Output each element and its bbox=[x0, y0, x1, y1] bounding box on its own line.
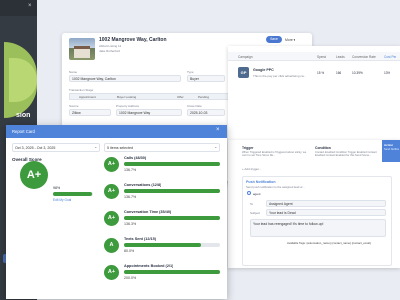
property-subtitle: Abbott Listing 12 bbox=[99, 44, 122, 48]
metric-grade-badge: A+ bbox=[104, 157, 119, 172]
name-label: Name bbox=[69, 70, 78, 74]
metric-name: Appointments Booked (2/1) bbox=[124, 264, 174, 268]
items-select[interactable]: 5 items selected bbox=[104, 143, 220, 152]
metric-name: Conversations (12/8) bbox=[124, 183, 162, 187]
available-tags: Available Tags: {automation_name} {conta… bbox=[287, 241, 371, 245]
report-card-title: Report Card bbox=[12, 128, 35, 134]
metric-value: 200.0% bbox=[124, 276, 137, 280]
agent-radio[interactable] bbox=[247, 191, 251, 195]
overall-track bbox=[53, 192, 93, 196]
trigger-text: When Triggered Enabled is Triggered abou… bbox=[242, 151, 307, 158]
metric-track bbox=[124, 189, 220, 193]
stage-pending[interactable]: Pending bbox=[198, 95, 209, 99]
close-icon[interactable]: × bbox=[28, 3, 32, 9]
source-field[interactable]: Zillow bbox=[69, 109, 111, 116]
metric-value: 80.0% bbox=[124, 249, 135, 253]
to-label: To bbox=[250, 202, 254, 206]
left-panel-heading: sion bbox=[16, 112, 31, 119]
metric-track bbox=[124, 270, 220, 274]
date-range-select[interactable]: Oct 3, 2025 - Oct 3, 2025 bbox=[12, 143, 100, 152]
address-label: Property Address bbox=[116, 104, 140, 108]
chevron-down-icon: ⌄ bbox=[214, 144, 218, 149]
push-subtitle: Send push notification to the assigned l… bbox=[246, 185, 305, 189]
metric-track bbox=[124, 216, 220, 220]
report-card-header bbox=[6, 125, 227, 138]
add-trigger-link[interactable]: + Add trigger... bbox=[242, 167, 261, 171]
metric-fill bbox=[124, 162, 220, 166]
metric-fill bbox=[124, 189, 220, 193]
campaign-rate: 10.39% bbox=[352, 71, 363, 75]
col-leads: Leads bbox=[336, 55, 345, 59]
metric-value: 136.7% bbox=[124, 168, 137, 172]
stage-offer[interactable]: Offer bbox=[177, 95, 184, 99]
campaign-spend: 15 % bbox=[317, 71, 325, 75]
col-cost-per: Cost Per bbox=[384, 55, 397, 59]
name-field[interactable]: 1002 Mangrove Way, Carlton bbox=[69, 75, 181, 82]
stage-appointment[interactable]: Appointment bbox=[79, 95, 96, 99]
action-badge: Action bbox=[384, 143, 394, 147]
subject-field[interactable]: Your lead is Dead bbox=[266, 209, 386, 216]
close-date-label: Close Date bbox=[187, 104, 202, 108]
google-ppc-badge: GP bbox=[238, 67, 249, 78]
metric-name: Calls (48/30) bbox=[124, 156, 147, 160]
condition-text: Contact Enabled Condition Trigger Enable… bbox=[315, 151, 377, 158]
metric-track bbox=[124, 243, 220, 247]
metric-grade-badge: A+ bbox=[104, 184, 119, 199]
subject-label: Subject bbox=[250, 211, 261, 215]
trigger-heading: Trigger bbox=[242, 146, 254, 150]
source-label: Source bbox=[69, 104, 79, 108]
property-photo bbox=[69, 38, 95, 60]
campaign-leads: 166 bbox=[336, 71, 342, 75]
overall-grade-badge: A+ bbox=[20, 161, 48, 189]
agent-radio-label: agent bbox=[253, 191, 261, 196]
type-field[interactable]: Buyer bbox=[187, 75, 225, 82]
campaign-name[interactable]: Google PPC bbox=[253, 68, 274, 72]
metric-name: Texts Sent (12/15) bbox=[124, 237, 157, 241]
condition-heading: Condition bbox=[315, 146, 331, 150]
campaign-desc: This is the pay per click advertising ca… bbox=[253, 74, 307, 78]
metric-value: 136.3% bbox=[124, 222, 137, 226]
more-menu[interactable]: More ▾ bbox=[285, 38, 295, 42]
col-campaign: Campaign bbox=[238, 55, 253, 59]
campaign-cost: 13% bbox=[384, 71, 391, 75]
col-spend: Spend bbox=[317, 55, 327, 59]
action-text: Send Notification bbox=[384, 148, 399, 151]
metric-fill bbox=[124, 243, 201, 247]
stage-label: Transaction Stage bbox=[69, 88, 94, 92]
overall-fill bbox=[53, 192, 93, 196]
property-address-title: 1002 Mangrove Way, Carlton bbox=[99, 37, 167, 43]
push-title: Push Notification bbox=[246, 180, 276, 184]
property-owner: Jake Rutherford bbox=[99, 49, 121, 53]
metric-fill bbox=[124, 270, 220, 274]
close-report-icon[interactable]: × bbox=[216, 127, 220, 133]
close-date-field[interactable]: 2025-10-03 bbox=[187, 109, 225, 116]
metric-name: Conversation Time (35/40) bbox=[124, 210, 172, 214]
metric-grade-badge: A bbox=[104, 238, 119, 253]
metric-grade-badge: A+ bbox=[104, 265, 119, 280]
metric-track bbox=[124, 162, 220, 166]
chevron-down-icon: ⌄ bbox=[94, 144, 98, 149]
address-field[interactable]: 1002 Mangrove Way bbox=[116, 109, 182, 116]
type-label: Type bbox=[187, 70, 194, 74]
overall-percent: 98% bbox=[53, 186, 61, 190]
metric-fill bbox=[124, 216, 220, 220]
metric-value: 136.7% bbox=[124, 195, 137, 199]
save-button[interactable]: Save bbox=[266, 36, 282, 43]
edit-goal-link[interactable]: Edit My Goal bbox=[53, 198, 71, 202]
stage-buyer-looking[interactable]: Buyer Looking bbox=[117, 95, 136, 99]
metric-grade-badge: A+ bbox=[104, 211, 119, 226]
message-body[interactable]: Your lead has reengaged! It's time to fo… bbox=[250, 219, 386, 237]
col-conversion-rate: Conversion Rate bbox=[352, 55, 376, 59]
to-field[interactable]: Assigned Agent bbox=[266, 200, 386, 207]
